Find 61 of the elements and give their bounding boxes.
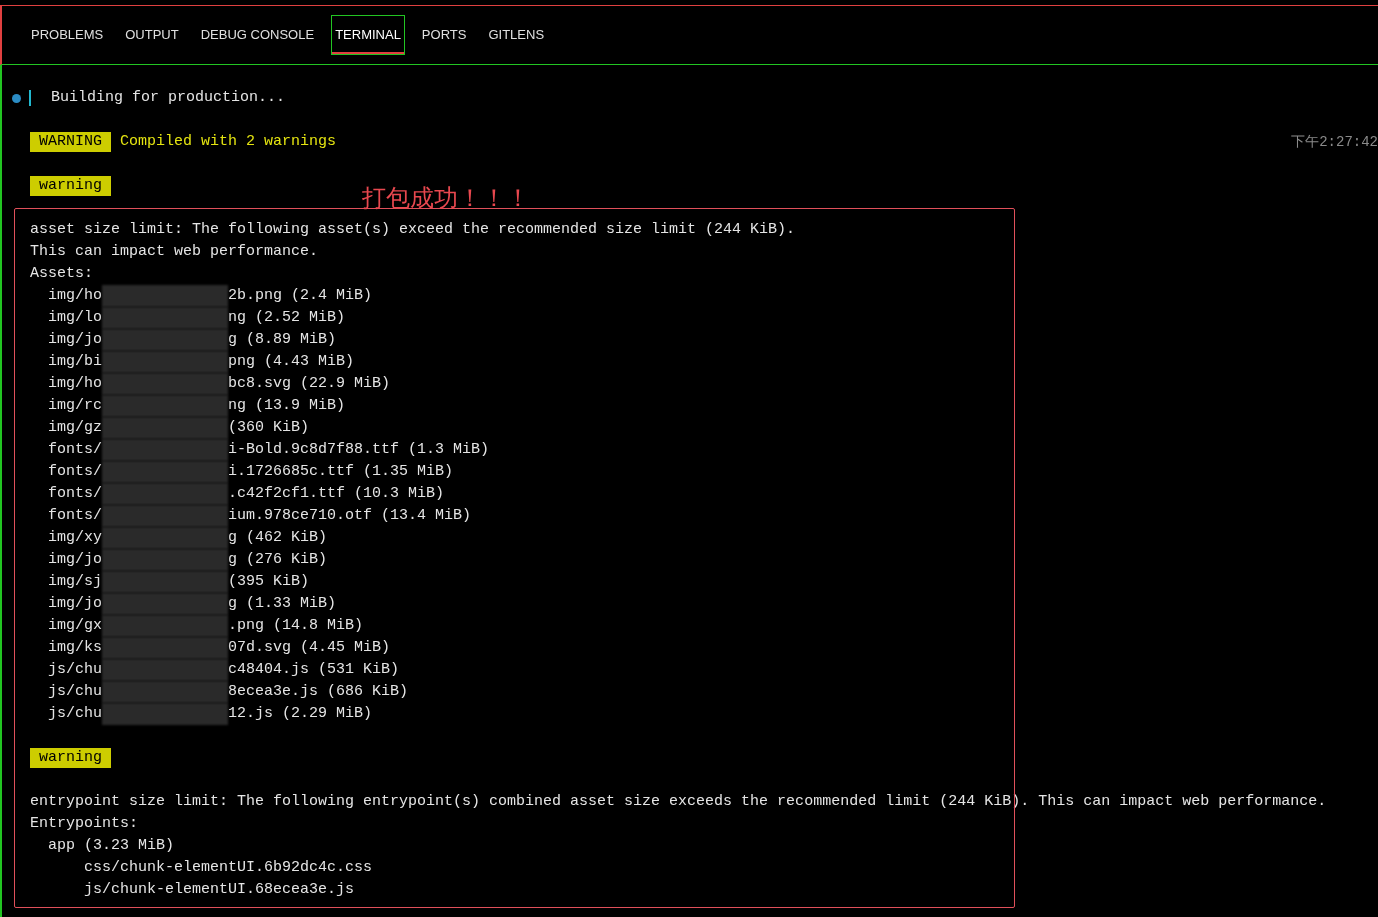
- cursor-bar-icon: [29, 90, 31, 106]
- warning-badge: WARNING: [30, 132, 111, 152]
- terminal-line: img/sj: [48, 571, 102, 592]
- terminal-line: .c42f2cf1.ttf (10.3 MiB): [228, 483, 445, 504]
- annotation-text: 打包成功！！！: [362, 183, 530, 213]
- terminal-line: g (1.33 MiB): [228, 593, 337, 614]
- terminal-line: img/bi: [48, 351, 102, 372]
- terminal-line: fonts/: [48, 505, 102, 526]
- terminal-line: ng (13.9 MiB): [228, 395, 346, 416]
- panel-tab[interactable]: OUTPUT: [120, 15, 184, 55]
- terminal-line: bc8.svg (22.9 MiB): [228, 373, 391, 394]
- terminal-line: png (4.43 MiB): [228, 351, 355, 372]
- terminal-line: i.1726685c.ttf (1.35 MiB): [228, 461, 454, 482]
- terminal-line: ium.978ce710.otf (13.4 MiB): [228, 505, 472, 526]
- terminal-line: img/lo: [48, 307, 102, 328]
- terminal-line: 07d.svg (4.45 MiB): [228, 637, 391, 658]
- terminal-line: img/rc: [48, 395, 102, 416]
- terminal-line: 8ecea3e.js (686 KiB): [228, 681, 409, 702]
- panel-tab[interactable]: TERMINAL: [331, 15, 405, 55]
- terminal-line: Entrypoints:: [30, 813, 139, 834]
- terminal-line: 2b.png (2.4 MiB): [228, 285, 373, 306]
- panel-tab[interactable]: PORTS: [416, 15, 472, 55]
- terminal-line: This can impact web performance.: [30, 241, 319, 262]
- terminal-line: img/jo: [48, 549, 102, 570]
- panel-tab[interactable]: DEBUG CONSOLE: [195, 15, 320, 55]
- terminal-line: app (3.23 MiB): [48, 835, 175, 856]
- terminal-line: g (462 KiB): [228, 527, 328, 548]
- terminal-line: js/chu: [48, 659, 102, 680]
- terminal-line: js/chu: [48, 681, 102, 702]
- terminal-line: img/ho: [48, 373, 102, 394]
- terminal-line: asset size limit: The following asset(s) exceed the recommended size limit (244 KiB).: [30, 219, 796, 240]
- terminal-line: img/jo: [48, 593, 102, 614]
- terminal-line: fonts/: [48, 439, 102, 460]
- terminal-line: (395 KiB): [228, 571, 310, 592]
- terminal-line: (360 KiB): [228, 417, 310, 438]
- timestamp: 下午2:27:42: [1291, 132, 1378, 152]
- terminal-line: img/gz: [48, 417, 102, 438]
- terminal-line: i-Bold.9c8d7f88.ttf (1.3 MiB): [228, 439, 490, 460]
- terminal-line: g (276 KiB): [228, 549, 328, 570]
- terminal-line: ng (2.52 MiB): [228, 307, 346, 328]
- terminal-line: 12.js (2.29 MiB): [228, 703, 373, 724]
- terminal-line: fonts/: [48, 483, 102, 504]
- terminal-line: Compiled with 2 warnings: [120, 131, 337, 152]
- terminal-line: Building for production...: [51, 87, 286, 108]
- terminal-line: img/ks: [48, 637, 102, 658]
- terminal-line: js/chu: [48, 703, 102, 724]
- terminal-line: .png (14.8 MiB): [228, 615, 364, 636]
- terminal-line: Assets:: [30, 263, 93, 284]
- warning-badge: warning: [30, 176, 111, 196]
- terminal-line: img/ho: [48, 285, 102, 306]
- terminal-line: js/chunk-elementUI.68ecea3e.js: [84, 879, 355, 900]
- terminal-line: c48404.js (531 KiB): [228, 659, 400, 680]
- terminal-line: img/gx: [48, 615, 102, 636]
- terminal-line: img/jo: [48, 329, 102, 350]
- panel-tab[interactable]: GITLENS: [483, 15, 550, 55]
- terminal-line: g (8.89 MiB): [228, 329, 337, 350]
- warning-badge: warning: [30, 748, 111, 768]
- terminal-line: css/chunk-elementUI.6b92dc4c.css: [84, 857, 373, 878]
- terminal-line: img/xy: [48, 527, 102, 548]
- panel-tab[interactable]: PROBLEMS: [26, 15, 109, 55]
- terminal-line: fonts/: [48, 461, 102, 482]
